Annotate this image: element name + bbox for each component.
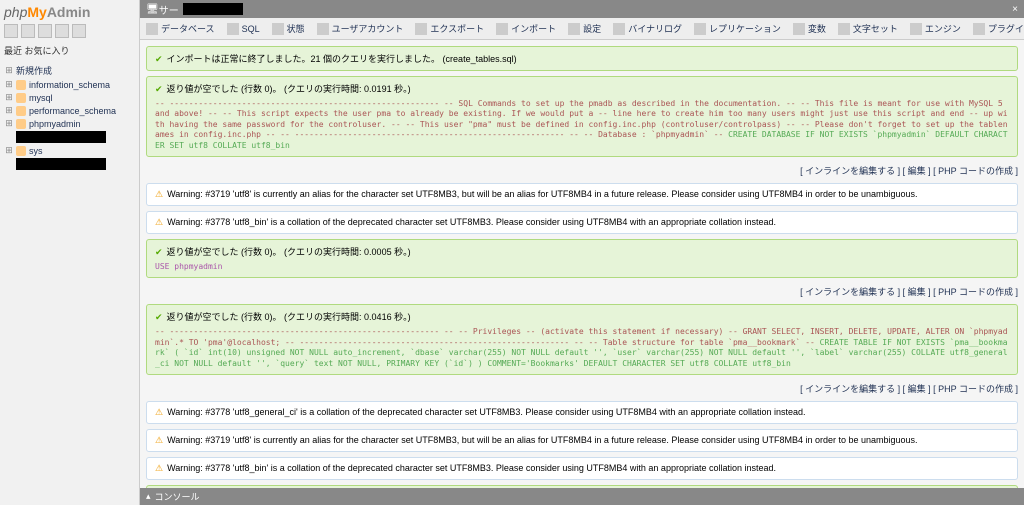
- engine-icon: [910, 23, 922, 35]
- result-box: ✔返り値が空でした (行数 0)。 (クエリの実行時間: 0.0191 秒。) …: [146, 76, 1018, 157]
- expand-icon: ⊞: [4, 105, 14, 116]
- import-success-box: ✔インポートは正常に終了しました。21 個のクエリを実行しました。 (creat…: [146, 46, 1018, 71]
- topbar: 🖥 サー ×: [140, 0, 1024, 18]
- tab-plugins[interactable]: プラグイン: [967, 18, 1024, 39]
- database-icon: [16, 119, 26, 129]
- inline-edit-link[interactable]: インラインを編集する: [805, 384, 895, 394]
- expand-icon: ⊞: [4, 118, 14, 129]
- tab-replication[interactable]: レプリケーション: [688, 18, 787, 39]
- recent-favorites-label[interactable]: 最近 お気に入り: [4, 44, 135, 57]
- status-icon: [272, 23, 284, 35]
- check-icon: ✔: [155, 247, 163, 257]
- settings-icon[interactable]: [55, 24, 69, 38]
- home-icon[interactable]: [4, 24, 18, 38]
- db-tree: ⊞新規作成 ⊞information_schema ⊞mysql ⊞perfor…: [4, 63, 135, 170]
- tab-variables[interactable]: 変数: [787, 18, 832, 39]
- sidebar-toolbar: [4, 24, 135, 38]
- import-icon: [496, 23, 508, 35]
- tree-db-item[interactable]: ⊞sys: [4, 144, 135, 157]
- tree-db-item[interactable]: ⊞mysql: [4, 91, 135, 104]
- action-links: [ インラインを編集する ] [ 編集 ] [ PHP コードの作成 ]: [146, 380, 1018, 401]
- charset-icon: [838, 23, 850, 35]
- database-icon: [16, 146, 26, 156]
- action-links: [ インラインを編集する ] [ 編集 ] [ PHP コードの作成 ]: [146, 162, 1018, 183]
- tab-export[interactable]: エクスポート: [409, 18, 490, 39]
- sql-output: USE phpmyadmin: [155, 262, 1009, 272]
- php-code-link[interactable]: PHP コードの作成: [938, 166, 1013, 176]
- server-label: サー: [159, 2, 179, 17]
- check-icon: ✔: [155, 54, 163, 64]
- redacted-block: [16, 158, 106, 170]
- warning-box: ⚠Warning: #3778 'utf8_general_ci' is a c…: [146, 401, 1018, 424]
- edit-link[interactable]: 編集: [908, 287, 926, 297]
- tree-db-item[interactable]: ⊞performance_schema: [4, 104, 135, 117]
- warning-box: ⚠Warning: #3719 'utf8' is currently an a…: [146, 183, 1018, 206]
- expand-icon: ⊞: [4, 92, 14, 103]
- check-icon: ✔: [155, 312, 163, 322]
- database-icon: [16, 93, 26, 103]
- tab-engines[interactable]: エンジン: [904, 18, 967, 39]
- redacted-block: [183, 3, 243, 15]
- warning-box: ⚠Warning: #3778 'utf8_bin' is a collatio…: [146, 457, 1018, 480]
- tree-db-item[interactable]: ⊞phpmyadmin: [4, 117, 135, 130]
- tree-db-item[interactable]: ⊞information_schema: [4, 78, 135, 91]
- edit-link[interactable]: 編集: [908, 166, 926, 176]
- sidebar: phpMyAdmin 最近 お気に入り ⊞新規作成 ⊞information_s…: [0, 0, 140, 505]
- tree-new[interactable]: ⊞新規作成: [4, 63, 135, 78]
- sql-output: -- -------------------------------------…: [155, 327, 1009, 369]
- server-icon: 🖥: [146, 4, 159, 15]
- warning-box: ⚠Warning: #3719 'utf8' is currently an a…: [146, 429, 1018, 452]
- tab-binarylog[interactable]: バイナリログ: [607, 18, 688, 39]
- result-box: ✔返り値が空でした (行数 0)。 (クエリの実行時間: 0.0005 秒。) …: [146, 239, 1018, 278]
- content-area: ✔インポートは正常に終了しました。21 個のクエリを実行しました。 (creat…: [140, 40, 1024, 488]
- logo: phpMyAdmin: [4, 4, 135, 20]
- tab-databases[interactable]: データベース: [140, 18, 221, 39]
- inline-edit-link[interactable]: インラインを編集する: [805, 166, 895, 176]
- docs-icon[interactable]: [38, 24, 52, 38]
- close-icon[interactable]: ×: [1012, 4, 1018, 15]
- export-icon: [415, 23, 427, 35]
- warning-icon: ⚠: [155, 407, 163, 417]
- php-code-link[interactable]: PHP コードの作成: [938, 287, 1013, 297]
- variables-icon: [793, 23, 805, 35]
- check-icon: ✔: [155, 84, 163, 94]
- users-icon: [317, 23, 329, 35]
- gear-icon: [568, 23, 580, 35]
- result-box: ✔返り値が空でした (行数 0)。 (クエリの実行時間: 0.0416 秒。) …: [146, 304, 1018, 375]
- inline-edit-link[interactable]: インラインを編集する: [805, 287, 895, 297]
- warning-icon: ⚠: [155, 463, 163, 473]
- database-icon: [16, 80, 26, 90]
- logout-icon[interactable]: [21, 24, 35, 38]
- main-panel: 🖥 サー × データベース SQL 状態 ユーザアカウント エクスポート インポ…: [140, 0, 1024, 505]
- main-tabs: データベース SQL 状態 ユーザアカウント エクスポート インポート 設定 バ…: [140, 18, 1024, 40]
- warning-box: ⚠Warning: #3778 'utf8_bin' is a collatio…: [146, 211, 1018, 234]
- action-links: [ インラインを編集する ] [ 編集 ] [ PHP コードの作成 ]: [146, 283, 1018, 304]
- tab-users[interactable]: ユーザアカウント: [311, 18, 410, 39]
- php-code-link[interactable]: PHP コードの作成: [938, 384, 1013, 394]
- plugin-icon: [973, 23, 985, 35]
- sql-output: -- -------------------------------------…: [155, 99, 1009, 151]
- replication-icon: [694, 23, 706, 35]
- sql-icon: [227, 23, 239, 35]
- warning-icon: ⚠: [155, 189, 163, 199]
- tab-sql[interactable]: SQL: [221, 18, 266, 39]
- database-icon: [16, 106, 26, 116]
- plus-icon: ⊞: [4, 65, 14, 76]
- console-bar[interactable]: ▴コンソール: [140, 488, 1024, 505]
- warning-icon: ⚠: [155, 435, 163, 445]
- database-icon: [146, 23, 158, 35]
- expand-icon: ⊞: [4, 145, 14, 156]
- warning-icon: ⚠: [155, 217, 163, 227]
- expand-icon: ⊞: [4, 79, 14, 90]
- redacted-block: [16, 131, 106, 143]
- tab-status[interactable]: 状態: [266, 18, 311, 39]
- reload-icon[interactable]: [72, 24, 86, 38]
- chevron-up-icon: ▴: [146, 491, 151, 502]
- tab-import[interactable]: インポート: [490, 18, 562, 39]
- tab-settings[interactable]: 設定: [562, 18, 607, 39]
- edit-link[interactable]: 編集: [908, 384, 926, 394]
- binlog-icon: [613, 23, 625, 35]
- tab-charsets[interactable]: 文字セット: [832, 18, 904, 39]
